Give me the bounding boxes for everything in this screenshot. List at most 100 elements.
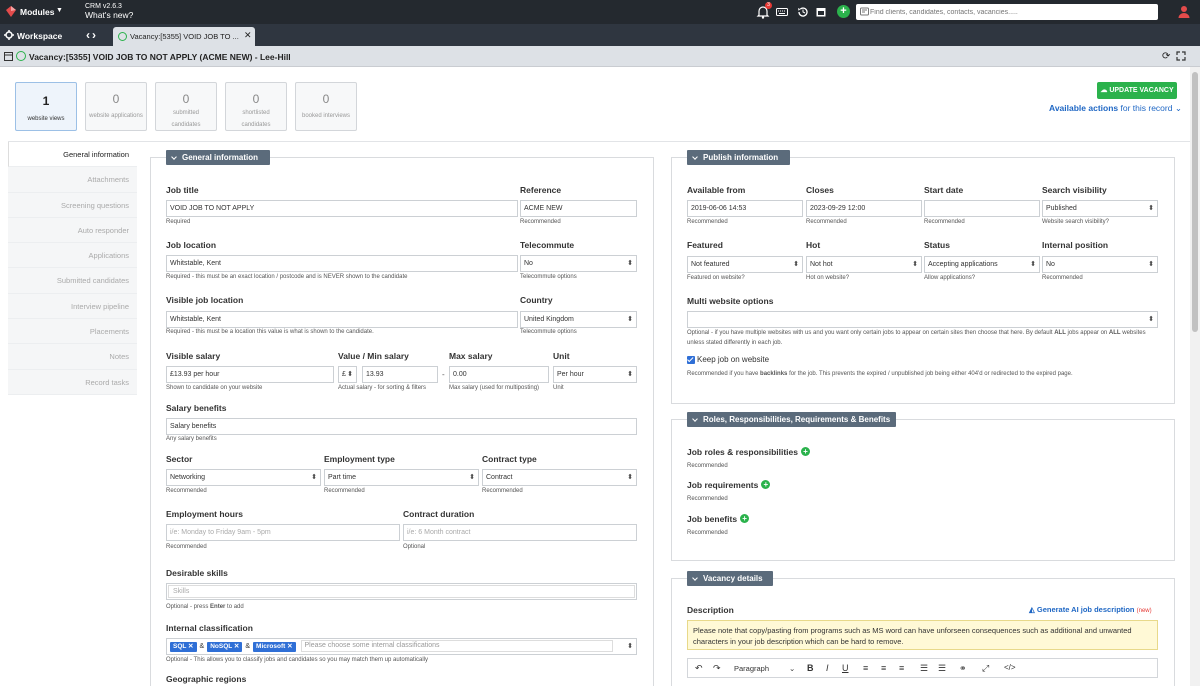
stat-website-views[interactable]: 1 website views: [15, 82, 77, 131]
job-location-input[interactable]: Whitstable, Kent: [166, 255, 518, 272]
underline-icon[interactable]: U: [842, 663, 849, 673]
scrollbar-thumb[interactable]: [1192, 72, 1198, 332]
vacancy-details-header[interactable]: Vacancy details: [687, 571, 773, 586]
unit-select[interactable]: Per hour: [553, 366, 637, 383]
align-left-icon[interactable]: ≡: [863, 663, 868, 673]
paragraph-select[interactable]: Paragraph ⌄: [734, 664, 795, 673]
stat-submitted-candidates[interactable]: 0 submitted candidates: [155, 82, 217, 131]
max-salary-input[interactable]: 0.00: [449, 366, 549, 383]
multi-help-all2: ALL: [1108, 330, 1121, 336]
numbered-list-icon[interactable]: ☰: [938, 663, 946, 674]
job-title-input[interactable]: VOID JOB TO NOT APPLY: [166, 200, 518, 217]
tab-vacancy[interactable]: Vacancy:[5355] VOID JOB TO ... ✕: [113, 27, 255, 46]
sidebar-item-notes[interactable]: Notes: [8, 344, 137, 370]
sector-select[interactable]: Networking: [166, 469, 321, 486]
sidebar-item-general-information[interactable]: General information: [8, 142, 137, 168]
link-icon[interactable]: ⚭: [959, 663, 967, 674]
bullet-list-icon[interactable]: ☰: [920, 663, 928, 674]
sidebar-item-auto-responder[interactable]: Auto responder: [8, 217, 137, 244]
update-vacancy-button[interactable]: ☁ UPDATE VACANCY: [1097, 82, 1177, 99]
stat-booked-interviews[interactable]: 0 booked interviews: [295, 82, 357, 131]
stat-shortlisted-candidates[interactable]: 0 shortlisted candidates: [225, 82, 287, 131]
employment-type-label: Employment type: [324, 454, 395, 464]
add-responsibility-icon[interactable]: +: [801, 447, 811, 456]
min-salary-input[interactable]: 13.93: [362, 366, 438, 383]
modules-menu[interactable]: Modules: [20, 7, 54, 17]
multi-website-select[interactable]: [687, 311, 1158, 328]
add-benefit-icon[interactable]: +: [740, 514, 750, 523]
add-requirement-icon[interactable]: +: [761, 480, 771, 489]
status-select[interactable]: Accepting applications: [924, 256, 1040, 273]
multi-help-2: jobs appear on: [1065, 330, 1109, 336]
hot-select[interactable]: Not hot: [806, 256, 922, 273]
sidebar-item-screening-questions[interactable]: Screening questions: [8, 192, 137, 218]
skills-input-inner[interactable]: Skills: [168, 585, 635, 598]
bold-icon[interactable]: B: [807, 663, 814, 673]
visible-salary-input[interactable]: £13.93 per hour: [166, 366, 334, 383]
general-information-header[interactable]: General information: [166, 150, 270, 165]
add-icon[interactable]: +: [837, 5, 850, 18]
employment-type-select[interactable]: Part time: [324, 469, 479, 486]
contract-duration-input[interactable]: i/e: 6 Month contract: [403, 524, 637, 541]
align-center-icon[interactable]: ≡: [881, 663, 886, 673]
roles-header[interactable]: Roles, Responsibilities, Requirements & …: [687, 412, 896, 427]
workspace-nav-arrows[interactable]: ‹›: [86, 28, 98, 42]
class-search-input[interactable]: Please choose some internal classificati…: [300, 640, 613, 652]
expand-icon[interactable]: [1176, 51, 1186, 61]
global-search[interactable]: [856, 4, 1158, 20]
keep-job-checkbox[interactable]: [687, 356, 695, 364]
search-input[interactable]: [870, 6, 1154, 18]
sidebar-item-record-tasks[interactable]: Record tasks: [8, 369, 137, 395]
redo-icon[interactable]: ↷: [713, 663, 721, 674]
history-icon[interactable]: [797, 6, 809, 18]
visible-salary-label: Visible salary: [166, 351, 221, 361]
fullscreen-icon[interactable]: ⤢: [982, 663, 989, 674]
internal-classification-select[interactable]: SQL ✕ & NoSQL ✕ & Microsoft ✕ Please choose …: [166, 638, 637, 655]
sidebar-item-placements[interactable]: Placements: [8, 319, 137, 345]
editor-toolbar: ↶ ↷ Paragraph ⌄ B I U ≡ ≡ ≡ ☰ ☰ ⚭ ⤢ </>: [687, 658, 1158, 678]
closes-input[interactable]: 2023-09-29 12:00: [806, 200, 922, 217]
notification-badge: 3: [765, 2, 772, 9]
whats-new-link[interactable]: What's new?: [85, 11, 133, 20]
code-view-icon[interactable]: </>: [1004, 663, 1016, 672]
skills-input[interactable]: Skills: [166, 583, 637, 600]
generate-ai-link[interactable]: ◭ Generate AI job description (new): [1029, 605, 1152, 614]
chevron-down-icon[interactable]: ▼: [56, 7, 63, 14]
refresh-icon[interactable]: ⟳: [1162, 51, 1170, 62]
undo-icon[interactable]: ↶: [695, 663, 703, 674]
class-tag[interactable]: Microsoft ✕: [253, 642, 296, 652]
class-tag[interactable]: NoSQL ✕: [207, 642, 243, 652]
country-select[interactable]: United Kingdom: [520, 311, 637, 328]
sidebar-item-submitted-candidates[interactable]: Submitted candidates: [8, 268, 137, 294]
start-date-input[interactable]: [924, 200, 1040, 217]
telecommute-select[interactable]: No: [520, 255, 637, 272]
user-icon[interactable]: [1178, 5, 1190, 18]
sidebar-item-attachments[interactable]: Attachments: [8, 167, 137, 193]
calendar-icon[interactable]: [815, 6, 827, 18]
employment-hours-input[interactable]: i/e: Monday to Friday 9am - 5pm: [166, 524, 400, 541]
keyboard-icon[interactable]: [776, 6, 788, 18]
align-right-icon[interactable]: ≡: [899, 663, 904, 673]
search-visibility-select[interactable]: Published: [1042, 200, 1158, 217]
crm-version[interactable]: CRM v2.6.3 What's new?: [85, 2, 133, 20]
salary-benefits-input[interactable]: Salary benefits: [166, 418, 637, 435]
class-tag[interactable]: SQL ✕: [170, 642, 197, 652]
currency-select[interactable]: £: [338, 366, 357, 383]
available-from-input[interactable]: 2019-06-06 14:53: [687, 200, 803, 217]
sidebar-item-interview-pipeline[interactable]: Interview pipeline: [8, 293, 137, 320]
close-icon[interactable]: ✕: [244, 30, 252, 41]
publish-information-header[interactable]: Publish information: [687, 150, 790, 165]
reference-input[interactable]: ACME NEW: [520, 200, 637, 217]
internal-position-select[interactable]: No: [1042, 256, 1158, 273]
visible-location-input[interactable]: Whitstable, Kent: [166, 311, 518, 328]
stat-website-applications[interactable]: 0 website applications: [85, 82, 147, 131]
keep-job-label[interactable]: Keep job on website: [697, 355, 769, 364]
featured-select[interactable]: Not featured: [687, 256, 803, 273]
sidebar-item-applications[interactable]: Applications: [8, 243, 137, 269]
italic-icon[interactable]: I: [826, 663, 829, 673]
status-help: Allow applications?: [924, 275, 976, 281]
contract-type-select[interactable]: Contract: [482, 469, 637, 486]
logo-icon[interactable]: [6, 6, 16, 17]
workspace-label[interactable]: Workspace: [17, 31, 62, 41]
available-actions-link[interactable]: Available actions for this record ⌄: [1049, 103, 1182, 114]
